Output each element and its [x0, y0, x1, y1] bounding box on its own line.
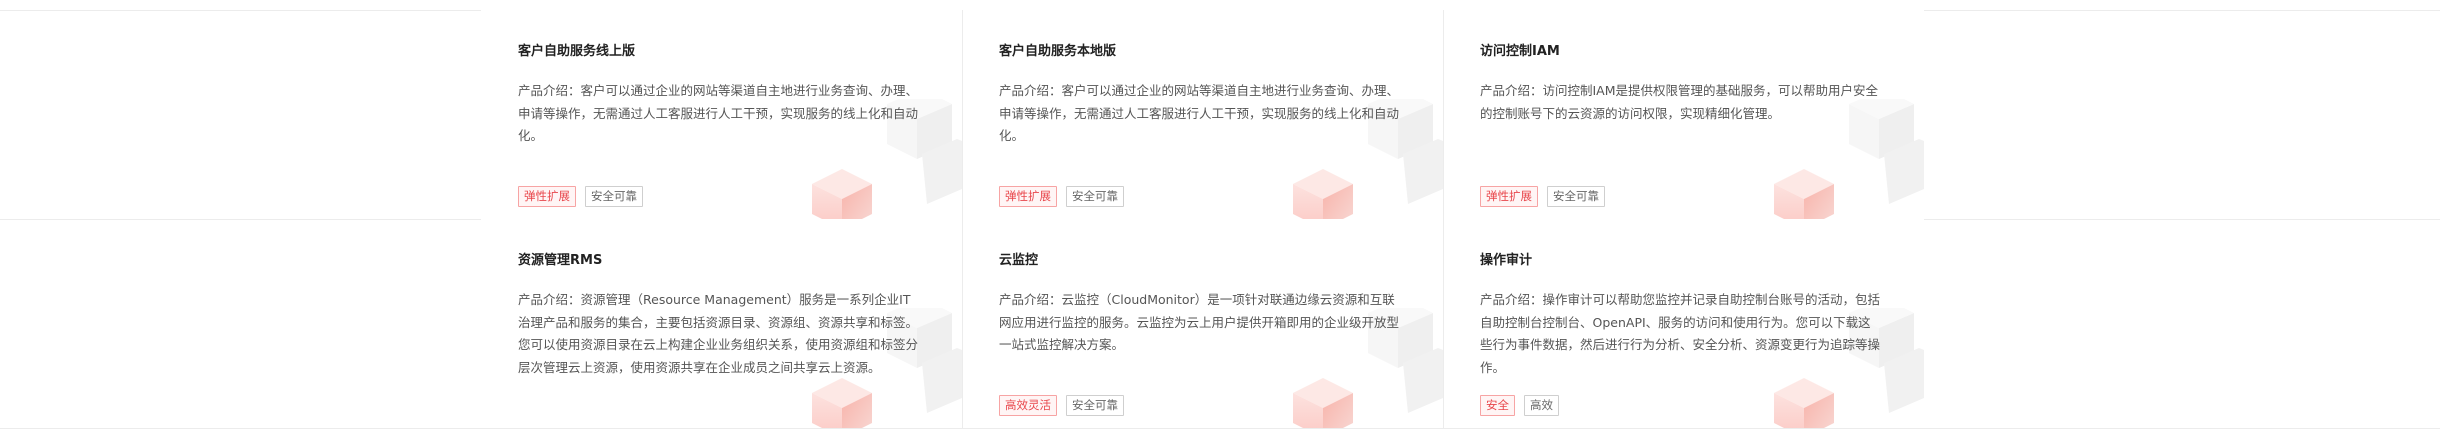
card-title: 操作审计 — [1480, 253, 1533, 268]
tag-secure-reliable: 安全可靠 — [585, 186, 643, 207]
card-tags: 弹性扩展 安全可靠 — [518, 186, 643, 207]
card-title: 资源管理RMS — [518, 253, 603, 268]
card-title: 客户自助服务线上版 — [518, 44, 636, 59]
card-tags: 安全 高效 — [1480, 395, 1559, 416]
product-card-grid: 客户自助服务线上版 产品介绍：客户可以通过企业的网站等渠道自主地进行业务查询、办… — [481, 10, 1924, 428]
tag-elastic-scaling: 弹性扩展 — [518, 186, 576, 207]
card-tags: 弹性扩展 安全可靠 — [999, 186, 1124, 207]
card-tags: 高效灵活 安全可靠 — [999, 395, 1124, 416]
card-description: 产品介绍：访问控制IAM是提供权限管理的基础服务，可以帮助用户安全的控制账号下的… — [1480, 83, 1879, 121]
tag-secure-reliable: 安全可靠 — [1066, 186, 1124, 207]
bottom-divider — [0, 428, 2440, 429]
tag-elastic-scaling: 弹性扩展 — [1480, 186, 1538, 207]
tag-secure: 安全 — [1480, 395, 1515, 416]
product-card-resource-management-rms[interactable]: 资源管理RMS 产品介绍：资源管理（Resource Management）服务… — [481, 219, 962, 428]
card-description: 产品介绍：客户可以通过企业的网站等渠道自主地进行业务查询、办理、申请等操作，无需… — [518, 83, 919, 143]
product-card-cloud-monitor[interactable]: 云监控 产品介绍：云监控（CloudMonitor）是一项针对联通边缘云资源和互… — [962, 219, 1443, 428]
card-description: 产品介绍：资源管理（Resource Management）服务是一系列企业IT… — [518, 292, 919, 375]
product-card-page: 客户自助服务线上版 产品介绍：客户可以通过企业的网站等渠道自主地进行业务查询、办… — [0, 0, 2440, 441]
card-description: 产品介绍：操作审计可以帮助您监控并记录自助控制台账号的活动，包括自助控制台控制台… — [1480, 292, 1881, 375]
tag-elastic-scaling: 弹性扩展 — [999, 186, 1057, 207]
product-card-customer-self-service-local[interactable]: 客户自助服务本地版 产品介绍：客户可以通过企业的网站等渠道自主地进行业务查询、办… — [962, 10, 1443, 219]
tag-secure-reliable: 安全可靠 — [1547, 186, 1605, 207]
tag-efficient: 高效 — [1524, 395, 1559, 416]
card-title: 访问控制IAM — [1480, 44, 1560, 59]
tag-secure-reliable: 安全可靠 — [1066, 395, 1124, 416]
product-card-customer-self-service-online[interactable]: 客户自助服务线上版 产品介绍：客户可以通过企业的网站等渠道自主地进行业务查询、办… — [481, 10, 962, 219]
tag-efficient-flexible: 高效灵活 — [999, 395, 1057, 416]
card-description: 产品介绍：云监控（CloudMonitor）是一项针对联通边缘云资源和互联网应用… — [999, 292, 1400, 352]
card-tags: 弹性扩展 安全可靠 — [1480, 186, 1605, 207]
card-title: 云监控 — [999, 253, 1039, 268]
card-title: 客户自助服务本地版 — [999, 44, 1117, 59]
product-card-operation-audit[interactable]: 操作审计 产品介绍：操作审计可以帮助您监控并记录自助控制台账号的活动，包括自助控… — [1443, 219, 1924, 428]
product-card-access-control-iam[interactable]: 访问控制IAM 产品介绍：访问控制IAM是提供权限管理的基础服务，可以帮助用户安… — [1443, 10, 1924, 219]
card-description: 产品介绍：客户可以通过企业的网站等渠道自主地进行业务查询、办理、申请等操作，无需… — [999, 83, 1400, 143]
